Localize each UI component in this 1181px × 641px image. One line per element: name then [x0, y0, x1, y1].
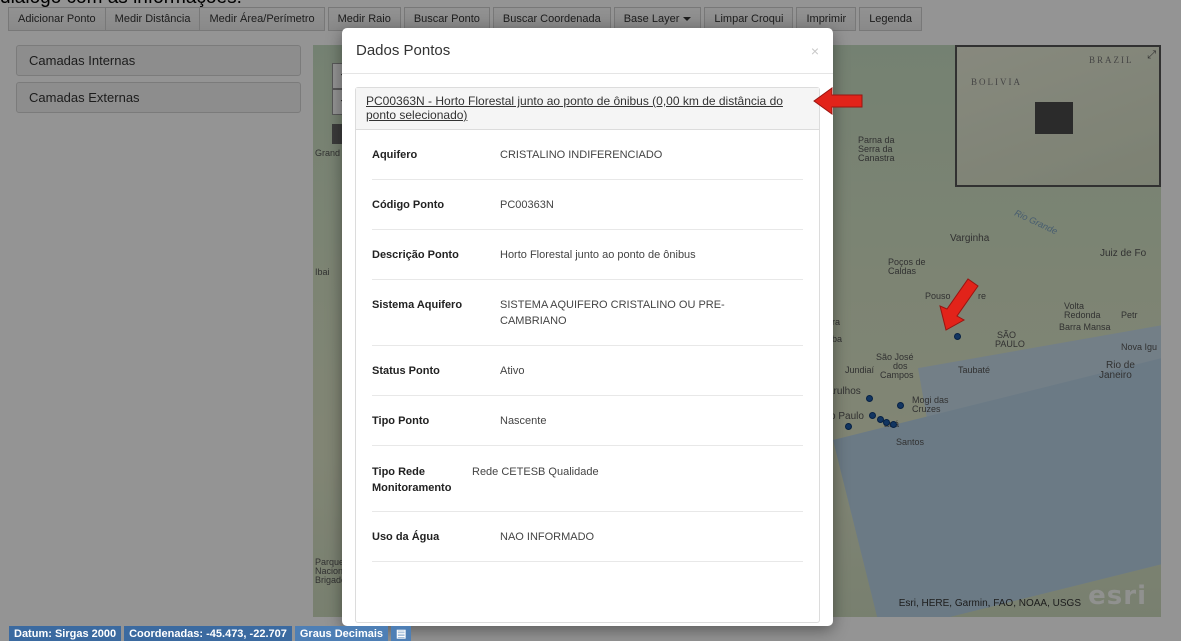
- attribute-label: Tipo Ponto: [372, 415, 430, 427]
- attribute-row: Sistema Aquifero SISTEMA AQUIFERO CRISTA…: [372, 280, 803, 346]
- attribute-label: Uso da Água: [372, 531, 440, 543]
- attribute-value: Horto Florestal junto ao ponto de ônibus: [500, 249, 696, 261]
- attribute-row: Aquifero CRISTALINO INDIFERENCIADO: [372, 130, 803, 180]
- attribute-value: SISTEMA AQUIFERO CRISTALINO OU PRE-CAMBR…: [500, 299, 725, 327]
- attribute-row: Status Ponto Ativo: [372, 346, 803, 396]
- coordinate-format-badge[interactable]: Graus Decimais: [294, 626, 389, 641]
- modal-title: Dados Pontos: [356, 42, 451, 59]
- attribute-label: Sistema Aquifero: [372, 299, 463, 311]
- point-data-modal: Dados Pontos × PC00363N - Horto Floresta…: [342, 28, 833, 626]
- red-arrow-icon: [939, 278, 979, 331]
- attribute-label: Status Ponto: [372, 365, 440, 377]
- table-icon[interactable]: ▤: [391, 626, 412, 641]
- point-title-link[interactable]: PC00363N - Horto Florestal junto ao pont…: [366, 94, 809, 122]
- attribute-label: Tipo Rede Monitoramento: [372, 466, 452, 494]
- attribute-value: CRISTALINO INDIFERENCIADO: [500, 149, 663, 161]
- datum-badge: Datum: Sirgas 2000: [9, 626, 122, 641]
- attribute-value: PC00363N: [500, 199, 554, 211]
- attribute-value: Rede CETESB Qualidade: [472, 466, 599, 478]
- attribute-row: Tipo Rede Monitoramento Rede CETESB Qual…: [372, 446, 803, 512]
- attribute-value: NAO INFORMADO: [500, 531, 595, 543]
- point-details-panel: PC00363N - Horto Florestal junto ao pont…: [355, 87, 820, 623]
- coordinates-badge: Coordenadas: -45.473, -22.707: [124, 626, 292, 641]
- panel-heading: PC00363N - Horto Florestal junto ao pont…: [356, 88, 819, 130]
- attribute-label: Aquifero: [372, 149, 418, 161]
- point-attributes-list: Aquifero CRISTALINO INDIFERENCIADO Códig…: [356, 130, 819, 562]
- modal-header: Dados Pontos ×: [342, 28, 833, 74]
- status-bar: Datum: Sirgas 2000 Coordenadas: -45.473,…: [9, 626, 412, 641]
- attribute-row: Descrição Ponto Horto Florestal junto ao…: [372, 230, 803, 280]
- attribute-value: Nascente: [500, 415, 547, 427]
- attribute-row: Tipo Ponto Nascente: [372, 396, 803, 446]
- attribute-value: Ativo: [500, 365, 525, 377]
- red-arrow-icon: [813, 87, 863, 115]
- attribute-row: Uso da Água NAO INFORMADO: [372, 512, 803, 562]
- attribute-label: Descrição Ponto: [372, 249, 459, 261]
- attribute-label: Código Ponto: [372, 199, 445, 211]
- close-icon[interactable]: ×: [811, 43, 819, 59]
- attribute-row: Código Ponto PC00363N: [372, 180, 803, 230]
